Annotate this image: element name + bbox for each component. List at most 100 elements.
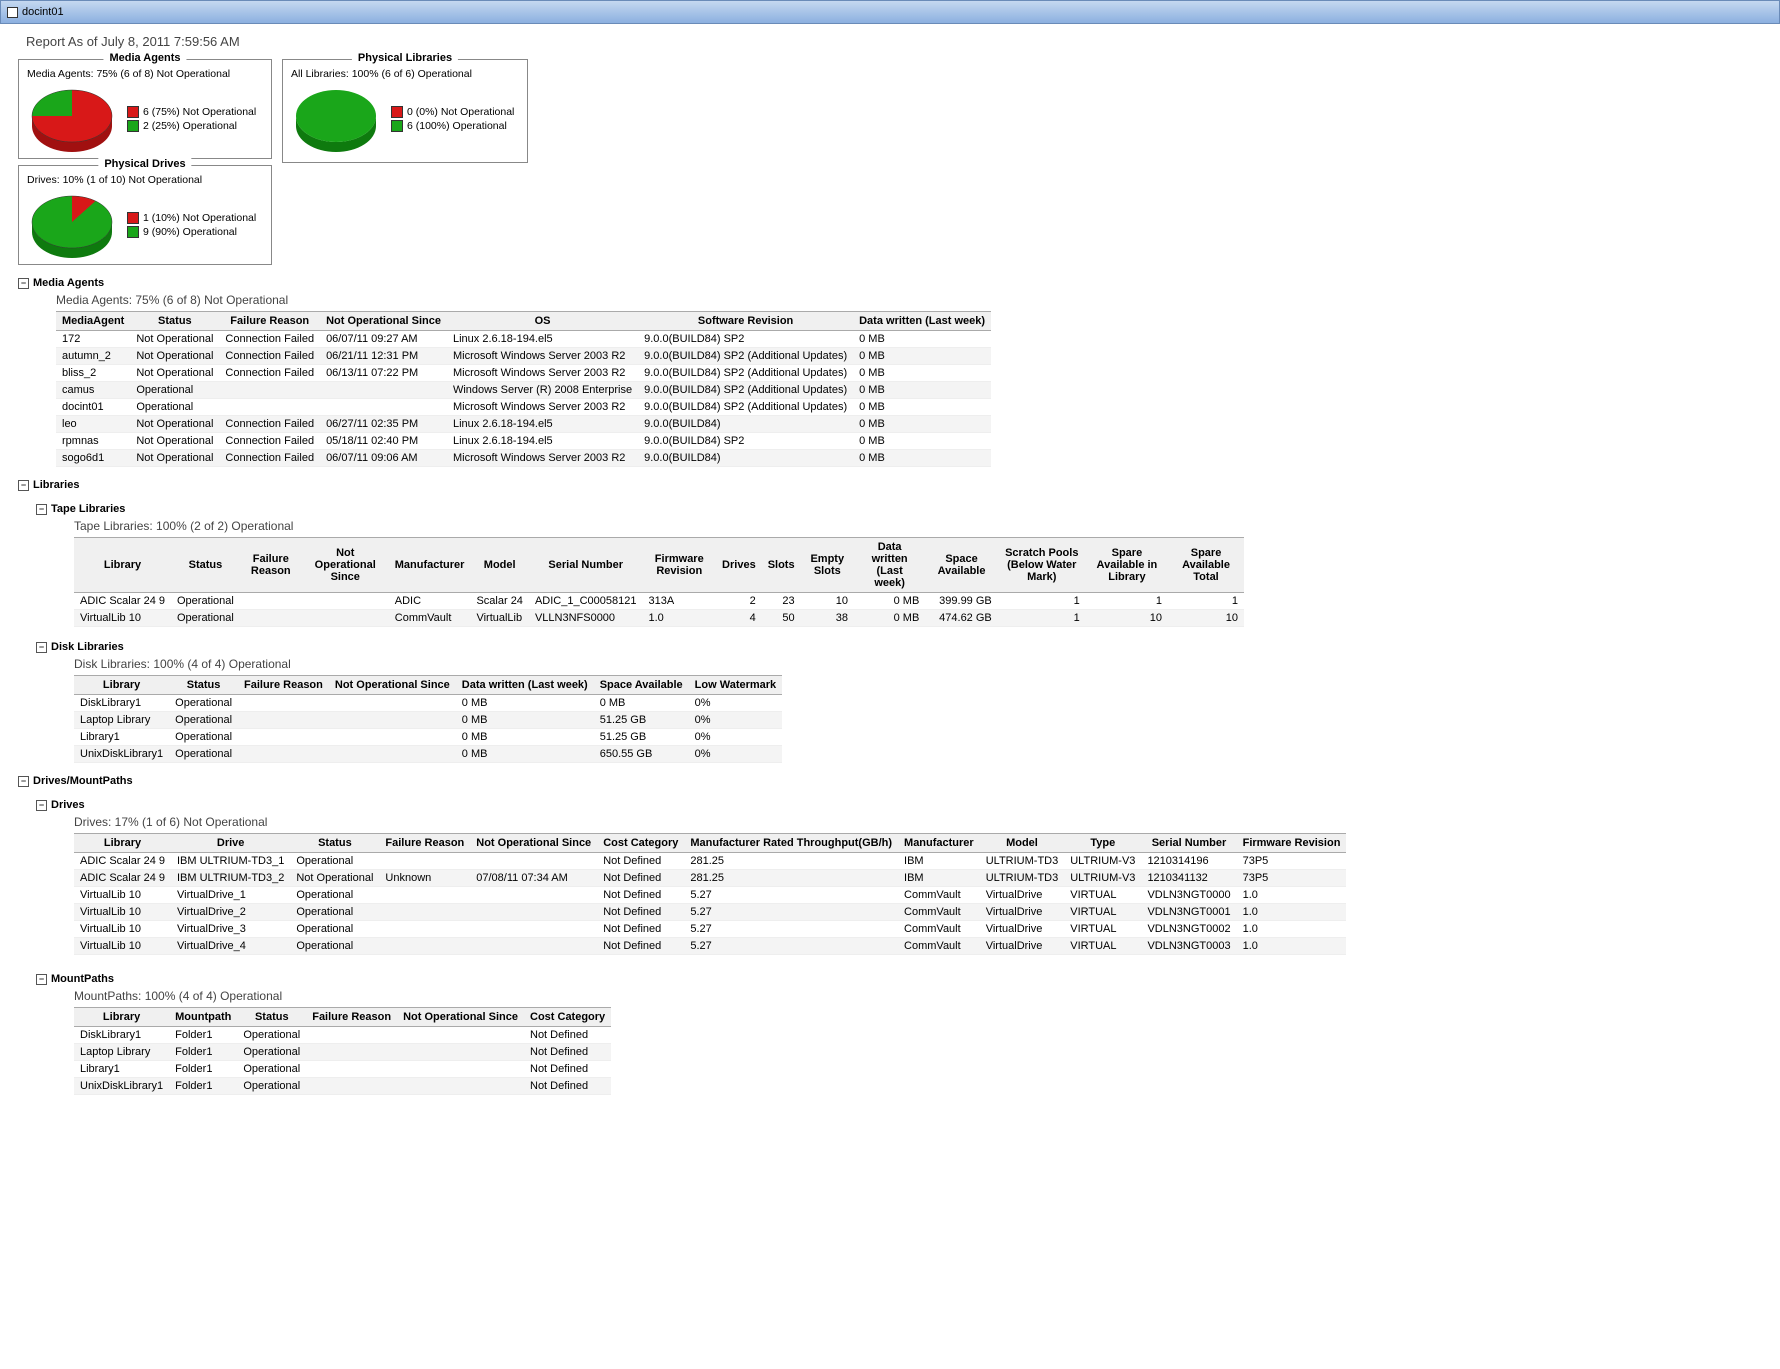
cell: VirtualDrive_4 [171,938,290,955]
table-row[interactable]: 172Not OperationalConnection Failed06/07… [56,331,991,348]
collapse-icon[interactable]: − [36,974,47,985]
table-row[interactable]: UnixDiskLibrary1Folder1OperationalNot De… [74,1078,611,1095]
col-header[interactable]: Serial Number [1141,834,1236,853]
collapse-icon[interactable]: − [18,776,29,787]
col-header[interactable]: Cost Category [597,834,684,853]
table-row[interactable]: DiskLibrary1Operational0 MB0 MB0% [74,695,782,712]
col-header[interactable]: Not Operational Since [329,676,456,695]
col-header[interactable]: Drive [171,834,290,853]
table-row[interactable]: VirtualLib 10VirtualDrive_2OperationalNo… [74,904,1346,921]
col-header[interactable]: Status [130,312,219,331]
col-header[interactable]: Model [470,538,528,593]
table-row[interactable]: autumn_2Not OperationalConnection Failed… [56,348,991,365]
subsection-mountpaths[interactable]: − MountPaths [36,973,1762,985]
col-header[interactable]: Firmware Revision [1237,834,1347,853]
col-header[interactable]: Not Operational Since [397,1008,524,1027]
collapse-icon[interactable]: − [36,642,47,653]
col-header[interactable]: Spare Available in Library [1086,538,1168,593]
section-libraries[interactable]: − Libraries [18,479,1762,491]
cell: Linux 2.6.18-194.el5 [447,331,638,348]
col-header[interactable]: Not Operational Since [320,312,447,331]
col-header[interactable]: Library [74,676,169,695]
col-header[interactable]: Spare Available Total [1168,538,1244,593]
subsection-tape-libraries[interactable]: − Tape Libraries [36,503,1762,515]
col-header[interactable]: Data written (Last week) [456,676,594,695]
col-header[interactable]: Status [290,834,379,853]
section-drives-mountpaths[interactable]: − Drives/MountPaths [18,775,1762,787]
table-row[interactable]: ADIC Scalar 24 9IBM ULTRIUM-TD3_1Operati… [74,853,1346,870]
col-header[interactable]: Failure Reason [219,312,320,331]
cell: 5.27 [684,921,898,938]
col-header[interactable]: Space Available [594,676,689,695]
col-header[interactable]: Serial Number [529,538,643,593]
table-row[interactable]: Laptop LibraryOperational0 MB51.25 GB0% [74,712,782,729]
col-header[interactable]: Empty Slots [801,538,854,593]
col-header[interactable]: Firmware Revision [642,538,716,593]
col-header[interactable]: Data written (Last week) [853,312,991,331]
collapse-icon[interactable]: − [36,504,47,515]
col-header[interactable]: Failure Reason [306,1008,397,1027]
legend-not: 6 (75%) Not Operational [143,106,256,118]
col-header[interactable]: Status [169,676,238,695]
col-header[interactable]: Low Watermark [689,676,783,695]
table-row[interactable]: UnixDiskLibrary1Operational0 MB650.55 GB… [74,746,782,763]
table-tape-libraries: LibraryStatusFailure ReasonNot Operation… [74,537,1244,627]
table-row[interactable]: DiskLibrary1Folder1OperationalNot Define… [74,1027,611,1044]
cell: leo [56,416,130,433]
cell: rpmnas [56,433,130,450]
col-header[interactable]: Failure Reason [240,538,302,593]
col-header[interactable]: MediaAgent [56,312,130,331]
col-header[interactable]: Failure Reason [379,834,470,853]
cell: Connection Failed [219,365,320,382]
table-row[interactable]: ADIC Scalar 24 9IBM ULTRIUM-TD3_2Not Ope… [74,870,1346,887]
collapse-icon[interactable]: − [36,800,47,811]
section-media-agents[interactable]: − Media Agents [18,277,1762,289]
col-header[interactable]: Model [980,834,1065,853]
col-header[interactable]: Library [74,1008,169,1027]
col-header[interactable]: Failure Reason [238,676,329,695]
subsection-disk-libraries[interactable]: − Disk Libraries [36,641,1762,653]
col-header[interactable]: Cost Category [524,1008,611,1027]
table-row[interactable]: leoNot OperationalConnection Failed06/27… [56,416,991,433]
subsection-drives[interactable]: − Drives [36,799,1762,811]
col-header[interactable]: Space Available [925,538,997,593]
collapse-icon[interactable]: − [18,278,29,289]
col-header[interactable]: Scratch Pools (Below Water Mark) [998,538,1086,593]
col-header[interactable]: Status [237,1008,306,1027]
col-header[interactable]: Status [171,538,240,593]
table-row[interactable]: VirtualLib 10VirtualDrive_4OperationalNo… [74,938,1346,955]
table-row[interactable]: bliss_2Not OperationalConnection Failed0… [56,365,991,382]
cell: Not Defined [597,870,684,887]
table-row[interactable]: Library1Operational0 MB51.25 GB0% [74,729,782,746]
col-header[interactable]: Manufacturer Rated Throughput(GB/h) [684,834,898,853]
table-row[interactable]: Laptop LibraryFolder1OperationalNot Defi… [74,1044,611,1061]
table-row[interactable]: VirtualLib 10VirtualDrive_1OperationalNo… [74,887,1346,904]
cell: ADIC Scalar 24 9 [74,870,171,887]
col-header[interactable]: Type [1064,834,1141,853]
col-header[interactable]: Mountpath [169,1008,237,1027]
col-header[interactable]: Drives [716,538,762,593]
table-row[interactable]: Library1Folder1OperationalNot Defined [74,1061,611,1078]
table-row[interactable]: sogo6d1Not OperationalConnection Failed0… [56,450,991,467]
table-row[interactable]: VirtualLib 10OperationalCommVaultVirtual… [74,610,1244,627]
cell [379,921,470,938]
col-header[interactable]: Library [74,538,171,593]
table-row[interactable]: docint01OperationalMicrosoft Windows Ser… [56,399,991,416]
col-header[interactable]: Data written (Last week) [854,538,925,593]
table-row[interactable]: ADIC Scalar 24 9OperationalADICScalar 24… [74,593,1244,610]
collapse-icon[interactable]: − [18,480,29,491]
table-row[interactable]: rpmnasNot OperationalConnection Failed05… [56,433,991,450]
cell: DiskLibrary1 [74,1027,169,1044]
col-header[interactable]: Not Operational Since [302,538,389,593]
col-header[interactable]: Manufacturer [389,538,471,593]
table-row[interactable]: camusOperationalWindows Server (R) 2008 … [56,382,991,399]
col-header[interactable]: OS [447,312,638,331]
cell [306,1027,397,1044]
col-header[interactable]: Software Revision [638,312,853,331]
col-header[interactable]: Slots [762,538,801,593]
col-header[interactable]: Not Operational Since [470,834,597,853]
panel-title: Media Agents [103,52,186,64]
col-header[interactable]: Library [74,834,171,853]
col-header[interactable]: Manufacturer [898,834,980,853]
table-row[interactable]: VirtualLib 10VirtualDrive_3OperationalNo… [74,921,1346,938]
